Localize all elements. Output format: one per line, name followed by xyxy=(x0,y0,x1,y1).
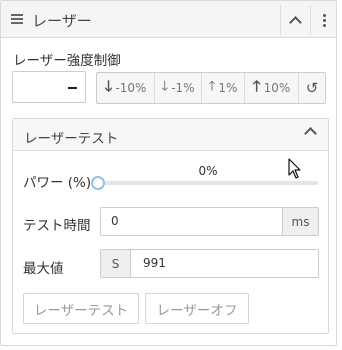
laser-power-input[interactable] xyxy=(12,71,86,103)
step-label: -10% xyxy=(115,81,147,95)
laser-panel-header: レーザー xyxy=(1,1,336,38)
max-value-field[interactable]: S 991 xyxy=(100,249,319,278)
arrow-up-icon: 🡑 xyxy=(208,79,216,94)
laser-panel: レーザー レーザー強度制御 🡓 -10% 🡓 -1% 🡑 1% 🡑 10% ↺ xyxy=(0,0,337,346)
chevron-up-icon xyxy=(289,16,302,29)
step-label: 10% xyxy=(263,81,291,95)
laser-test-title: レーザーテスト xyxy=(24,131,119,147)
power-percent-label: パワー (%) xyxy=(23,175,92,191)
hamburger-icon[interactable] xyxy=(11,14,23,24)
arrow-down-icon: 🡓 xyxy=(104,76,113,95)
max-value-label: 最大値 xyxy=(23,261,64,277)
step-plus-1-button[interactable]: 🡑 1% xyxy=(202,73,245,103)
test-time-value: 0 xyxy=(111,214,119,228)
arrow-up-icon: 🡑 xyxy=(252,76,261,95)
panel-title: レーザー xyxy=(32,12,92,30)
more-vertical-icon xyxy=(322,13,326,27)
step-plus-10-button[interactable]: 🡑 10% xyxy=(245,73,299,103)
laser-power-value xyxy=(68,87,77,89)
step-label: 1% xyxy=(218,81,238,95)
reset-icon: ↺ xyxy=(305,79,319,97)
max-value-prefix: S xyxy=(101,250,131,277)
max-value-value: 991 xyxy=(143,256,166,270)
mouse-cursor-icon xyxy=(288,158,301,179)
reset-power-button[interactable]: ↺ xyxy=(299,73,325,103)
more-options-button[interactable] xyxy=(310,5,337,35)
chevron-up-icon[interactable] xyxy=(304,127,317,140)
power-slider-thumb[interactable] xyxy=(91,176,105,190)
collapse-panel-button[interactable] xyxy=(280,5,310,35)
power-slider-track[interactable] xyxy=(98,181,318,185)
test-time-field[interactable]: 0 ms xyxy=(100,207,319,236)
laser-test-panel: レーザーテスト パワー (%) 0% テスト時間 0 ms 最大値 S 991 … xyxy=(12,118,329,334)
power-step-buttons: 🡓 -10% 🡓 -1% 🡑 1% 🡑 10% ↺ xyxy=(96,72,326,104)
laser-test-header[interactable]: レーザーテスト xyxy=(13,119,328,151)
test-time-label: テスト時間 xyxy=(23,218,91,234)
laser-test-button[interactable]: レーザーテスト xyxy=(23,293,139,324)
power-slider-value: 0% xyxy=(198,164,218,178)
step-minus-1-button[interactable]: 🡓 -1% xyxy=(155,73,202,103)
laser-power-label: レーザー強度制御 xyxy=(13,53,121,69)
step-minus-10-button[interactable]: 🡓 -10% xyxy=(97,73,155,103)
step-label: -1% xyxy=(171,81,195,95)
test-time-unit: ms xyxy=(282,208,318,235)
arrow-down-icon: 🡓 xyxy=(161,79,169,94)
laser-off-button[interactable]: レーザーオフ xyxy=(145,293,249,324)
